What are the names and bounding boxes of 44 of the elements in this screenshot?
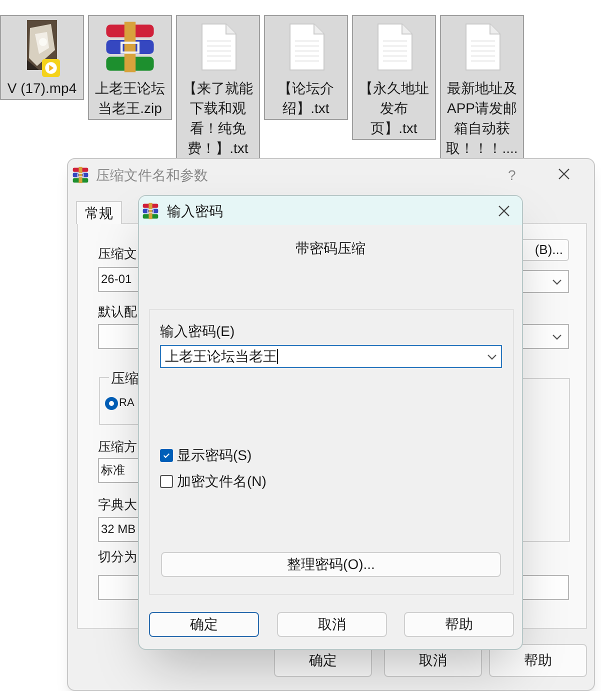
file-name: 最新地址及APP请发邮箱自动获取！！！....	[445, 79, 519, 158]
file-tile[interactable]: V (17).mp4	[0, 15, 84, 100]
dialog-button[interactable]: 确定	[149, 612, 259, 637]
checkbox[interactable]	[160, 449, 173, 462]
radio-button[interactable]	[105, 396, 118, 410]
field-label: 切分为	[98, 548, 137, 566]
check-icon	[162, 451, 171, 460]
window-title: 压缩文件名和参数	[96, 166, 208, 185]
password-value: 上老王论坛当老王	[165, 347, 277, 366]
field-label: 输入密码(E)	[160, 322, 235, 341]
file-tile[interactable]: 【永久地址发布页】.txt	[352, 15, 436, 140]
tab[interactable]: 常规	[76, 201, 122, 224]
radio-label: RA	[119, 396, 134, 411]
close-icon[interactable]	[498, 205, 510, 217]
close-icon[interactable]	[558, 168, 570, 180]
dialog-button[interactable]: 帮助	[404, 612, 514, 637]
file-tile[interactable]: 【来了就能下载和观看！纯免费！】.txt	[176, 15, 260, 160]
dialog-button[interactable]: 帮助	[489, 644, 587, 677]
window-title: 输入密码	[167, 202, 223, 221]
file-name: 上老王论坛当老王.zip	[94, 79, 166, 118]
file-tile[interactable]: 上老王论坛当老王.zip	[88, 15, 172, 120]
checkbox[interactable]	[160, 475, 173, 488]
password-field[interactable]: 上老王论坛当老王	[160, 345, 502, 368]
field-label: 字典大	[98, 496, 137, 514]
file-name: V (17).mp4	[6, 79, 78, 98]
archive-icon	[71, 166, 90, 184]
file-name: 【来了就能下载和观看！纯免费！】.txt	[182, 79, 254, 158]
text-cursor	[277, 349, 278, 364]
chevron-down-icon	[552, 278, 562, 284]
chevron-down-icon	[552, 334, 562, 340]
field-label: 压缩文	[98, 245, 137, 263]
file-name: 【论坛介绍】.txt	[277, 79, 335, 118]
file-tile[interactable]: 最新地址及APP请发邮箱自动获取！！！....	[440, 15, 524, 160]
dialog-button[interactable]: 取消	[277, 612, 387, 637]
play-badge-icon	[42, 59, 60, 77]
checkbox-label: 显示密码(S)	[177, 446, 252, 465]
field-label: 默认配	[98, 303, 137, 321]
field-label: 压缩方	[98, 438, 137, 456]
file-name: 【永久地址发布页】.txt	[358, 79, 430, 138]
organize-button[interactable]: 整理密码(O)...	[161, 552, 501, 577]
checkbox-label: 加密文件名(N)	[177, 472, 266, 491]
chevron-down-icon	[487, 354, 497, 360]
file-tile[interactable]: 【论坛介绍】.txt	[264, 15, 348, 120]
dialog-heading: 带密码压缩	[294, 239, 366, 258]
